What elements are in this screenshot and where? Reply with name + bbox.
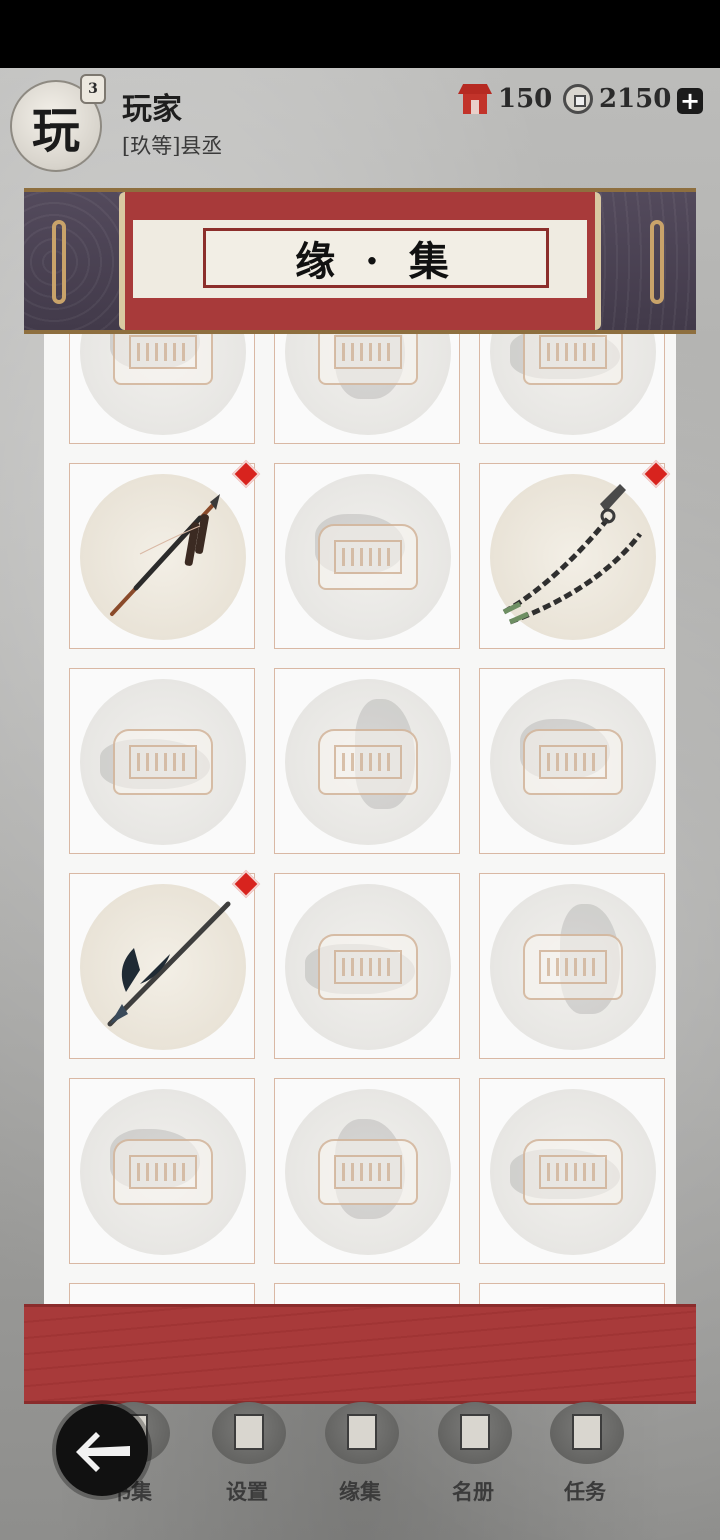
player-name: 玩家 bbox=[122, 92, 182, 127]
collection-card-locked[interactable] bbox=[479, 320, 665, 444]
nav-label: 缘集 bbox=[339, 1479, 381, 1504]
chain-whip-icon bbox=[480, 464, 666, 650]
collection-card-locked[interactable] bbox=[69, 668, 255, 854]
banner-red-scroll: 缘 · 集 bbox=[119, 192, 601, 330]
nav-item-roster[interactable]: 名册 bbox=[418, 1396, 528, 1516]
collection-card-locked[interactable] bbox=[274, 1078, 460, 1264]
collection-card-unlocked[interactable] bbox=[69, 869, 261, 1060]
locked-seal-icon bbox=[318, 524, 418, 590]
scroll-bottom-roller bbox=[24, 1304, 696, 1404]
locked-seal-icon bbox=[523, 934, 623, 1000]
coin-counter: 2150 bbox=[563, 84, 671, 114]
back-button[interactable] bbox=[56, 1404, 148, 1496]
collection-icon bbox=[325, 1402, 399, 1464]
collection-card-locked[interactable] bbox=[274, 668, 460, 854]
settings-icon bbox=[212, 1402, 286, 1464]
quest-icon bbox=[550, 1402, 624, 1464]
title-banner: 缘 · 集 bbox=[24, 188, 696, 334]
locked-seal-icon bbox=[523, 729, 623, 795]
collection-card-locked[interactable] bbox=[274, 463, 460, 649]
nav-label: 设置 bbox=[226, 1479, 268, 1504]
locked-seal-icon bbox=[318, 729, 418, 795]
status-bar bbox=[0, 0, 720, 68]
token-value: 150 bbox=[498, 84, 553, 114]
locked-seal-icon bbox=[318, 934, 418, 1000]
collection-scroll-paper[interactable] bbox=[44, 320, 676, 1315]
coin-value: 2150 bbox=[599, 84, 672, 114]
roster-icon bbox=[438, 1402, 512, 1464]
nav-item-collection[interactable]: 缘集 bbox=[305, 1396, 415, 1516]
banner-ring-left bbox=[52, 220, 66, 304]
nav-label: 名册 bbox=[452, 1479, 494, 1504]
collection-card-locked[interactable] bbox=[69, 1078, 255, 1264]
title-frame: 缘 · 集 bbox=[203, 228, 549, 288]
gate-token-icon bbox=[458, 84, 492, 114]
locked-seal-icon bbox=[523, 1139, 623, 1205]
locked-seal-icon bbox=[318, 1139, 418, 1205]
back-arrow-icon bbox=[76, 1432, 130, 1472]
collection-card-locked[interactable] bbox=[479, 1078, 665, 1264]
page-title: 缘 · 集 bbox=[295, 238, 457, 285]
collection-card-locked[interactable] bbox=[69, 320, 255, 444]
collection-card-locked[interactable] bbox=[479, 873, 665, 1059]
collection-card-locked[interactable] bbox=[274, 873, 460, 1059]
spear-icon bbox=[70, 464, 256, 650]
collection-card-unlocked[interactable] bbox=[69, 459, 261, 650]
collection-card-unlocked[interactable] bbox=[479, 459, 671, 650]
collection-card-locked[interactable] bbox=[274, 320, 460, 444]
nav-label: 任务 bbox=[564, 1479, 606, 1504]
player-rank: [玖等]县丞 bbox=[122, 134, 223, 158]
nav-item-settings[interactable]: 设置 bbox=[192, 1396, 302, 1516]
add-currency-button[interactable]: + bbox=[677, 88, 703, 114]
halberd-icon bbox=[70, 874, 256, 1060]
player-level-badge: 3 bbox=[80, 74, 106, 104]
locked-seal-icon bbox=[113, 729, 213, 795]
banner-ring-right bbox=[650, 220, 664, 304]
coin-icon bbox=[563, 84, 593, 114]
locked-seal-icon bbox=[113, 1139, 213, 1205]
token-counter: 150 bbox=[458, 84, 552, 114]
nav-item-quest[interactable]: 任务 bbox=[530, 1396, 640, 1516]
collection-card-locked[interactable] bbox=[479, 668, 665, 854]
